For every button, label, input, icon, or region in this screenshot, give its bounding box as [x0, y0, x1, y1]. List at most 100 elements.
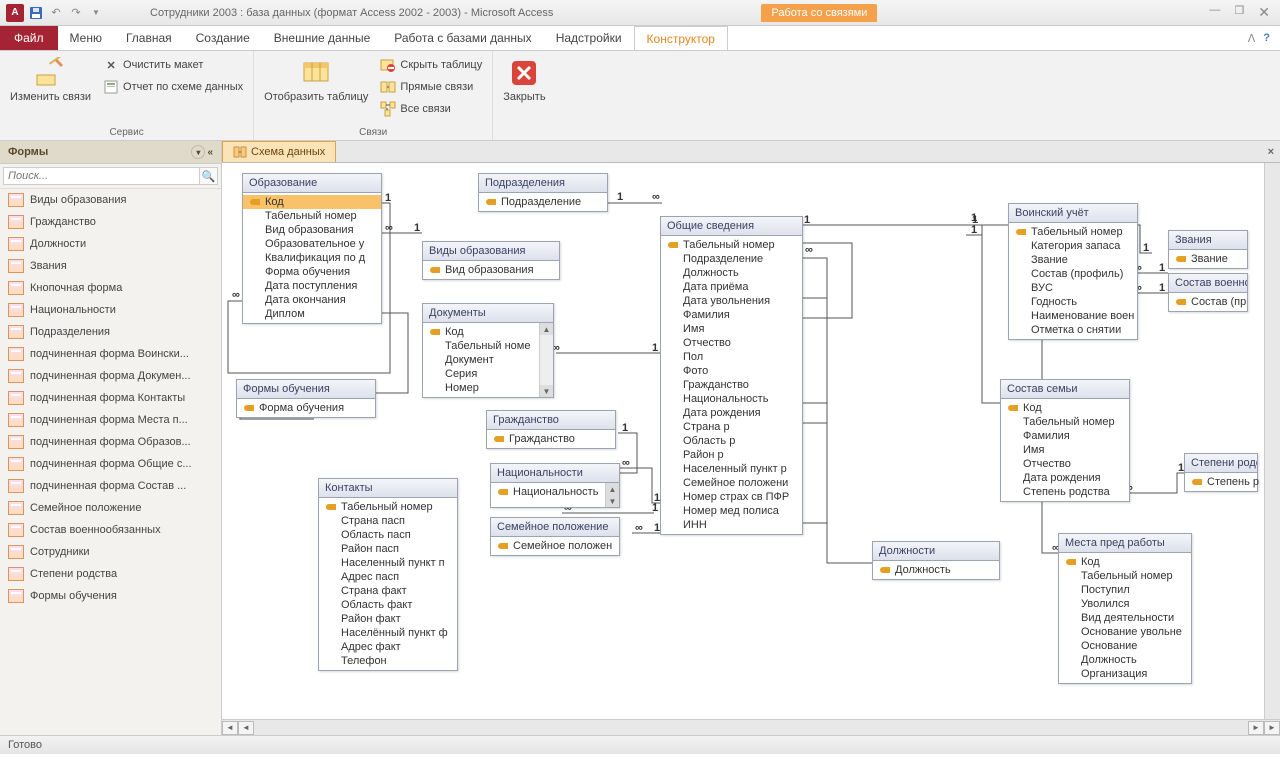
table-field[interactable]: Подразделение	[479, 195, 607, 209]
table-grazh[interactable]: ГражданствоГражданство	[486, 410, 616, 449]
table-field[interactable]: Звание	[1009, 253, 1137, 267]
table-field[interactable]: Табельный номе	[423, 339, 539, 353]
table-field[interactable]: Основание увольне	[1059, 625, 1191, 639]
nav-item[interactable]: подчиненная форма Общие с...	[0, 453, 221, 475]
table-header[interactable]: Общие сведения	[661, 217, 802, 236]
table-field[interactable]: Район пасп	[319, 542, 457, 556]
tab-design[interactable]: Конструктор	[634, 26, 728, 50]
table-dolzh[interactable]: ДолжностиДолжность	[872, 541, 1000, 580]
table-field[interactable]: Национальность	[491, 485, 605, 499]
table-semeinoe[interactable]: Семейное положениеСемейное положен	[490, 517, 620, 556]
table-field[interactable]: Должность	[1059, 653, 1191, 667]
nav-dropdown-icon[interactable]: ▾	[191, 145, 205, 159]
table-field[interactable]: Страна р	[661, 420, 802, 434]
table-field[interactable]: Область пасп	[319, 528, 457, 542]
nav-item[interactable]: подчиненная форма Состав ...	[0, 475, 221, 497]
table-field[interactable]: Документ	[423, 353, 539, 367]
table-header[interactable]: Виды образования	[423, 242, 559, 261]
nav-item[interactable]: Формы обучения	[0, 585, 221, 607]
nav-item[interactable]: подчиненная форма Образов...	[0, 431, 221, 453]
table-field[interactable]: Отчество	[661, 336, 802, 350]
table-formy[interactable]: Формы обученияФорма обучения	[236, 379, 376, 418]
clear-layout-button[interactable]: ✕Очистить макет	[99, 55, 247, 75]
table-field[interactable]: Квалификация по д	[243, 251, 381, 265]
table-docs[interactable]: ДокументыКодТабельный номеДокументСерияН…	[422, 303, 554, 398]
table-field[interactable]: ИНН	[661, 518, 802, 532]
direct-relationships-button[interactable]: Прямые связи	[376, 77, 486, 97]
table-field[interactable]: Форма обучения	[243, 265, 381, 279]
nav-item[interactable]: Гражданство	[0, 211, 221, 233]
vertical-scrollbar[interactable]	[1264, 163, 1280, 719]
nav-item[interactable]: Семейное положение	[0, 497, 221, 519]
nav-item[interactable]: Состав военнообязанных	[0, 519, 221, 541]
save-icon[interactable]	[28, 5, 44, 21]
table-sostavv[interactable]: Состав военноСостав (пр	[1168, 273, 1248, 312]
table-field[interactable]: Населенный пункт р	[661, 462, 802, 476]
table-field[interactable]: Отметка о снятии	[1009, 323, 1137, 337]
table-header[interactable]: Состав семьи	[1001, 380, 1129, 399]
scroll-left-icon[interactable]: ◄	[222, 721, 238, 735]
table-field[interactable]: Табельный номер	[1059, 569, 1191, 583]
table-field[interactable]: Вид образования	[423, 263, 559, 277]
table-field[interactable]: Национальность	[661, 392, 802, 406]
table-zvan[interactable]: ЗванияЗвание	[1168, 230, 1248, 269]
table-field[interactable]: Табельный номер	[243, 209, 381, 223]
minimize-icon[interactable]: —	[1209, 4, 1220, 21]
document-tab-schema[interactable]: Схема данных	[222, 141, 336, 162]
tab-create[interactable]: Создание	[184, 26, 262, 50]
table-field[interactable]: Гражданство	[487, 432, 615, 446]
table-header[interactable]: Документы	[423, 304, 553, 323]
nav-item[interactable]: подчиненная форма Места п...	[0, 409, 221, 431]
table-field[interactable]: Населённый пункт ф	[319, 626, 457, 640]
table-field[interactable]: Годность	[1009, 295, 1137, 309]
horizontal-scrollbar[interactable]: ◄ ◄ ► ►	[222, 719, 1280, 735]
relationship-report-button[interactable]: Отчет по схеме данных	[99, 77, 247, 97]
table-field[interactable]: Адрес факт	[319, 640, 457, 654]
table-sostavs[interactable]: Состав семьиКодТабельный номерФамилияИмя…	[1000, 379, 1130, 502]
tab-menu[interactable]: Меню	[58, 26, 114, 50]
table-field[interactable]: Фамилия	[661, 308, 802, 322]
table-field[interactable]: Степень родства	[1001, 485, 1129, 499]
table-header[interactable]: Национальности	[491, 464, 619, 483]
table-scrollbar[interactable]: ▲▼	[539, 323, 553, 397]
scroll-right-icon[interactable]: ►	[1264, 721, 1280, 735]
table-field[interactable]: Табельный номер	[1009, 225, 1137, 239]
nav-collapse-icon[interactable]: «	[207, 147, 213, 158]
close-button[interactable]: Закрыть	[499, 55, 549, 125]
table-field[interactable]: Код	[243, 195, 381, 209]
table-field[interactable]: Дата окончания	[243, 293, 381, 307]
table-field[interactable]: Страна пасп	[319, 514, 457, 528]
table-field[interactable]: Табельный номер	[319, 500, 457, 514]
table-field[interactable]: Гражданство	[661, 378, 802, 392]
redo-icon[interactable]: ↷	[68, 5, 84, 21]
table-field[interactable]: Населенный пункт п	[319, 556, 457, 570]
nav-item[interactable]: подчиненная форма Докумен...	[0, 365, 221, 387]
table-header[interactable]: Образование	[243, 174, 381, 193]
table-field[interactable]: Номер мед полиса	[661, 504, 802, 518]
relationships-canvas[interactable]: 1∞ ∞1 1∞ ∞1 ∞1 11 ∞1 ∞1 1∞ 1∞ 11 ∞1 ∞1 ∞…	[222, 163, 1264, 719]
table-field[interactable]: Телефон	[319, 654, 457, 668]
table-field[interactable]: Диплом	[243, 307, 381, 321]
table-field[interactable]: Дата приёма	[661, 280, 802, 294]
table-field[interactable]: Наименование воен	[1009, 309, 1137, 323]
table-field[interactable]: Вид образования	[243, 223, 381, 237]
nav-item[interactable]: Должности	[0, 233, 221, 255]
edit-relationships-button[interactable]: Изменить связи	[6, 55, 95, 125]
table-header[interactable]: Формы обучения	[237, 380, 375, 399]
access-app-icon[interactable]: A	[6, 4, 24, 22]
table-field[interactable]: Имя	[1001, 443, 1129, 457]
table-field[interactable]: Состав (профиль)	[1009, 267, 1137, 281]
table-field[interactable]: Область факт	[319, 598, 457, 612]
table-header[interactable]: Подразделения	[479, 174, 607, 193]
tab-external-data[interactable]: Внешние данные	[262, 26, 383, 50]
table-field[interactable]: ВУС	[1009, 281, 1137, 295]
help-icon[interactable]: ?	[1263, 32, 1270, 44]
nav-item[interactable]: подчиненная форма Контакты	[0, 387, 221, 409]
table-header[interactable]: Семейное положение	[491, 518, 619, 537]
table-field[interactable]: Вид деятельности	[1059, 611, 1191, 625]
table-obshie[interactable]: Общие сведенияТабельный номерПодразделен…	[660, 216, 803, 535]
scroll-last-icon[interactable]: ►	[1248, 721, 1264, 735]
table-field[interactable]: Дата рождения	[661, 406, 802, 420]
tab-addins[interactable]: Надстройки	[544, 26, 634, 50]
table-header[interactable]: Состав военно	[1169, 274, 1247, 293]
